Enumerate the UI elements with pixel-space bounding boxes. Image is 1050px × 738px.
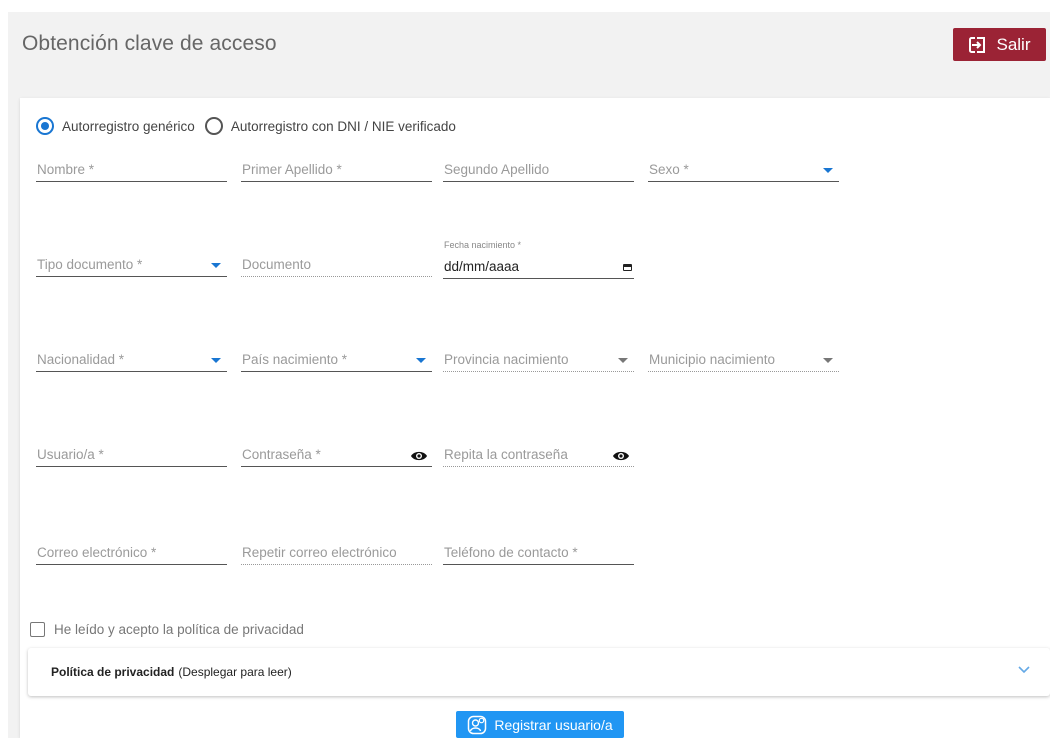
dropdown-caret-icon: [211, 358, 221, 363]
accordion-hint: (Desplegar para leer): [178, 665, 292, 679]
dropdown-caret-icon: [618, 358, 628, 363]
field-label: Documento: [242, 257, 312, 272]
eye-icon[interactable]: [612, 450, 630, 462]
dropdown-caret-icon: [823, 358, 833, 363]
privacy-checkbox-label: He leído y acepto la política de privaci…: [54, 622, 304, 637]
radio-label: Autorregistro con DNI / NIE verificado: [230, 118, 456, 134]
municipio-nacimiento-select[interactable]: Municipio nacimiento: [648, 350, 839, 372]
sexo-select[interactable]: Sexo *: [648, 160, 839, 182]
field-label: Provincia nacimiento: [444, 352, 569, 367]
field-label: Repetir correo electrónico: [242, 545, 397, 560]
register-user-button[interactable]: Registrar usuario/a: [456, 711, 624, 738]
usuario-field[interactable]: Usuario/a *: [36, 445, 227, 467]
exit-button[interactable]: Salir: [953, 28, 1046, 61]
fecha-nacimiento-input[interactable]: dd/mm/aaaa: [443, 257, 634, 279]
field-label: Contraseña *: [242, 447, 321, 462]
exit-label: Salir: [996, 34, 1031, 54]
dropdown-caret-icon: [823, 168, 833, 173]
contrasena-field[interactable]: Contraseña *: [241, 445, 432, 467]
field-label: Segundo Apellido: [444, 162, 550, 177]
documento-field[interactable]: Documento: [241, 255, 432, 277]
primer-apellido-field[interactable]: Primer Apellido *: [241, 160, 432, 182]
checkbox-icon[interactable]: [30, 622, 45, 637]
correo-field[interactable]: Correo electrónico *: [36, 543, 227, 565]
accordion-title: Política de privacidad: [51, 665, 175, 679]
privacy-checkbox[interactable]: He leído y acepto la política de privaci…: [30, 622, 304, 637]
radio-label: Autorregistro genérico: [62, 118, 195, 134]
pais-nacimiento-select[interactable]: País nacimiento *: [241, 350, 432, 372]
registration-form: Autorregistro genérico Autorregistro con…: [20, 98, 1050, 738]
field-label: País nacimiento *: [242, 352, 348, 367]
fecha-nacimiento-label: Fecha nacimiento *: [444, 240, 522, 250]
field-label: Nacionalidad *: [37, 352, 125, 367]
nacionalidad-select[interactable]: Nacionalidad *: [36, 350, 227, 372]
privacy-policy-accordion[interactable]: Política de privacidad (Desplegar para l…: [28, 648, 1050, 696]
field-label: Teléfono de contacto *: [444, 545, 578, 560]
field-label: Tipo documento *: [37, 257, 143, 272]
tipo-documento-select[interactable]: Tipo documento *: [36, 255, 227, 277]
calendar-icon[interactable]: [623, 264, 632, 271]
field-label: Nombre *: [37, 162, 95, 177]
dropdown-caret-icon: [416, 358, 426, 363]
registration-type-group: Autorregistro genérico Autorregistro con…: [36, 117, 466, 135]
eye-icon[interactable]: [410, 450, 428, 462]
radio-autorregistro-generico[interactable]: Autorregistro genérico: [36, 117, 195, 135]
provincia-nacimiento-select[interactable]: Provincia nacimiento: [443, 350, 634, 372]
register-label: Registrar usuario/a: [494, 716, 613, 733]
nombre-field[interactable]: Nombre *: [36, 160, 227, 182]
page-title: Obtención clave de acceso: [22, 32, 277, 55]
user-add-icon: [468, 715, 487, 734]
dropdown-caret-icon: [211, 263, 221, 268]
radio-checked-icon: [36, 117, 54, 135]
repita-contrasena-field[interactable]: Repita la contraseña: [443, 445, 634, 467]
field-label: Correo electrónico *: [37, 545, 157, 560]
segundo-apellido-field[interactable]: Segundo Apellido: [443, 160, 634, 182]
repetir-correo-field[interactable]: Repetir correo electrónico: [241, 543, 432, 565]
field-label: Sexo *: [649, 162, 689, 177]
chevron-down-icon[interactable]: [1018, 666, 1030, 674]
field-label: Usuario/a *: [37, 447, 104, 462]
field-label: Repita la contraseña: [444, 447, 568, 462]
date-value: dd/mm/aaaa: [444, 259, 520, 274]
field-label: Primer Apellido *: [242, 162, 342, 177]
radio-unchecked-icon: [204, 117, 223, 135]
telefono-field[interactable]: Teléfono de contacto *: [443, 543, 634, 565]
radio-autorregistro-dni[interactable]: Autorregistro con DNI / NIE verificado: [204, 117, 456, 135]
exit-icon: [969, 35, 987, 54]
field-label: Municipio nacimiento: [649, 352, 776, 367]
